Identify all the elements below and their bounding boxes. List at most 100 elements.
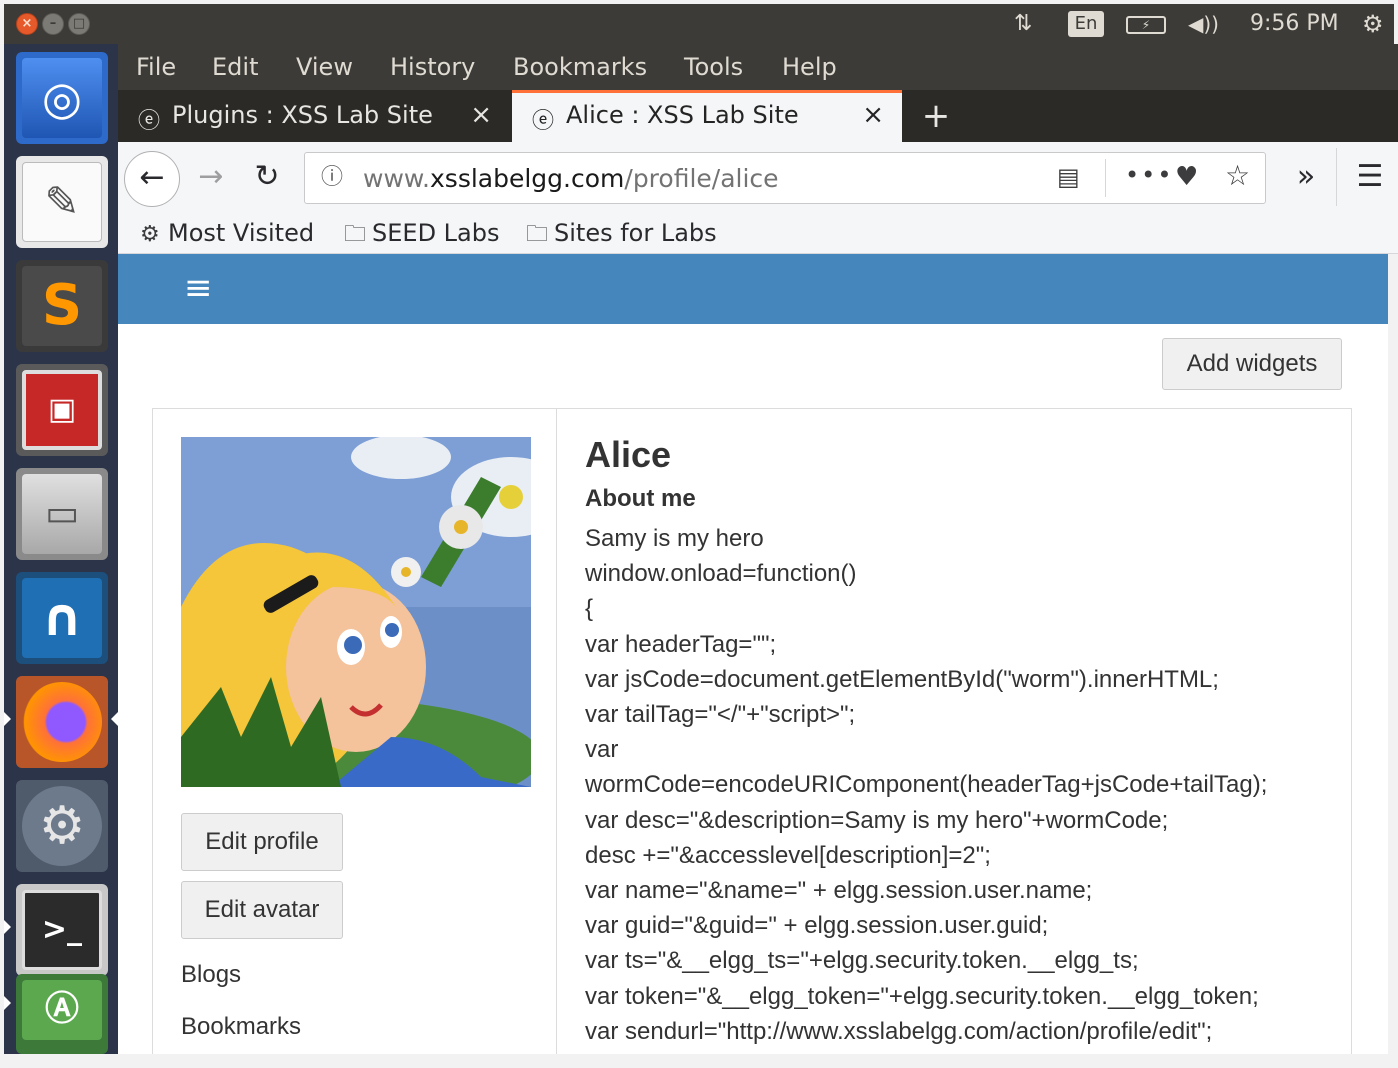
back-button[interactable]: ← [124, 151, 180, 207]
tab-alice[interactable]: ⓔ Alice : XSS Lab Site × [512, 90, 902, 142]
window-close-button[interactable]: × [16, 13, 38, 35]
window-minimize-button[interactable]: – [42, 13, 64, 35]
close-icon: × [21, 16, 33, 31]
about-line: var name="&name=" + elgg.session.user.na… [585, 877, 1093, 905]
bookmark-most-visited[interactable]: ⚙ Most Visited [140, 216, 314, 250]
clock[interactable]: 9:56 PM [1250, 4, 1339, 44]
tab-title: Plugins : XSS Lab Site [172, 101, 433, 129]
about-line: Samy is my hero [585, 525, 764, 552]
running-indicator [4, 712, 11, 726]
system-settings-icon[interactable]: ⚙ [1362, 4, 1384, 44]
settings-gear-icon: ⚙ [38, 796, 86, 856]
about-line: var tailTag="</"+"script>"; [585, 701, 856, 729]
profile-name: Alice [585, 434, 672, 475]
about-me-text: Samy is my hero window.onload=function()… [585, 521, 1345, 1049]
profile-panel: Edit profile Edit avatar Blogs Bookmarks… [152, 408, 1352, 1054]
window-maximize-button[interactable]: □ [68, 13, 90, 35]
about-line: var token="&__elgg_token="+elgg.security… [585, 982, 1259, 1010]
volume-icon[interactable]: ◀)) [1188, 4, 1219, 44]
bookmark-star-icon[interactable]: ☆ [1225, 159, 1250, 192]
page-scrollbar[interactable] [1388, 254, 1398, 1054]
url-bar[interactable]: ⓘ www.xsslabelgg.com/profile/alice ▤ •••… [304, 152, 1266, 204]
network-icon[interactable]: ⇅ [1014, 4, 1032, 44]
launcher-terminator[interactable]: ▣ [16, 364, 108, 456]
reload-button[interactable]: ↻ [244, 151, 290, 203]
tab-close-icon[interactable]: × [862, 100, 884, 130]
owner-link-bookmarks[interactable]: Bookmarks [181, 1013, 301, 1041]
about-line: var ts="&__elgg_ts="+elgg.security.token… [585, 947, 1139, 975]
tab-plugins[interactable]: ⓔ Plugins : XSS Lab Site × [118, 90, 510, 142]
bookmark-folder-sites-for-labs[interactable]: 🗀 Sites for Labs [526, 216, 717, 250]
firefox-icon [16, 676, 108, 768]
terminal-prompt-icon: >_ [41, 912, 83, 947]
page-content: ≡ Add widgets Edit profile Edit avatar B… [118, 254, 1388, 1054]
elgg-favicon-icon: ⓔ [531, 109, 554, 134]
ubuntu-launcher: ◎ ✎ S ▣ ▭ ∩ ⚙ >_ Ⓐ [4, 44, 118, 1054]
about-me-label: About me [585, 485, 696, 512]
url-text[interactable]: www.xsslabelgg.com/profile/alice [363, 164, 779, 194]
menu-tools[interactable]: Tools [684, 50, 743, 84]
folder-icon: 🗀 [344, 222, 367, 247]
edit-profile-button[interactable]: Edit profile [181, 813, 343, 871]
elgg-favicon-icon: ⓔ [137, 109, 160, 134]
navigation-toolbar: ← → ↻ ⓘ www.xsslabelgg.com/profile/alice… [118, 142, 1398, 212]
menu-bookmarks[interactable]: Bookmarks [513, 50, 647, 84]
profile-details: Alice About me Samy is my hero window.on… [585, 431, 1345, 1049]
tab-title: Alice : XSS Lab Site [566, 101, 799, 129]
gear-icon: ⚙ [140, 222, 160, 247]
menu-history[interactable]: History [390, 50, 475, 84]
launcher-wireshark[interactable]: ∩ [16, 572, 108, 664]
add-widgets-button[interactable]: Add widgets [1162, 338, 1342, 390]
launcher-sublime-text[interactable]: S [16, 260, 108, 352]
launcher-dash-home[interactable]: ◎ [16, 52, 108, 144]
about-line: desc +="&accesslevel[description]=2"; [585, 841, 991, 869]
folder-icon: 🗀 [526, 222, 549, 247]
profile-avatar[interactable] [181, 437, 531, 787]
new-tab-button[interactable]: + [916, 94, 956, 138]
menu-edit[interactable]: Edit [212, 50, 258, 84]
site-info-icon[interactable]: ⓘ [317, 163, 347, 193]
page-actions-menu-icon[interactable]: ••• [1125, 161, 1173, 189]
url-bar-divider [1105, 159, 1106, 197]
running-indicator [4, 996, 11, 1010]
toolbar-overflow-button[interactable]: » [1286, 154, 1326, 200]
focused-indicator [111, 712, 118, 726]
keyboard-language-indicator[interactable]: En [1068, 11, 1104, 37]
sublime-text-icon: S [41, 273, 83, 338]
launcher-system-settings[interactable]: ⚙ [16, 780, 108, 872]
about-line: var guid="&guid=" + elgg.session.user.gu… [585, 912, 1049, 940]
bookmark-folder-seed-labs[interactable]: 🗀 SEED Labs [344, 216, 500, 250]
edit-avatar-button[interactable]: Edit avatar [181, 881, 343, 939]
forward-button[interactable]: → [188, 151, 234, 203]
launcher-files[interactable]: ▭ [16, 468, 108, 560]
about-line: var sendurl="http://www.xsslabelgg.com/a… [585, 1017, 1213, 1045]
alice-avatar-illustration [181, 437, 531, 787]
reader-view-icon[interactable]: ▤ [1057, 163, 1080, 191]
minimize-icon: – [49, 16, 57, 31]
launcher-software-updater[interactable]: Ⓐ [16, 974, 108, 1054]
menu-help[interactable]: Help [782, 50, 837, 84]
launcher-firefox[interactable] [16, 676, 108, 768]
about-line: var [585, 736, 619, 764]
launcher-text-editor[interactable]: ✎ [16, 156, 108, 248]
launcher-terminal[interactable]: >_ [16, 884, 108, 976]
ubuntu-logo-icon: ◎ [41, 71, 83, 125]
about-line: var headerTag=""; [585, 630, 777, 658]
hamburger-menu-icon[interactable]: ≡ [184, 270, 220, 306]
menu-file[interactable]: File [136, 50, 176, 84]
text-editor-icon: ✎ [44, 177, 80, 226]
menu-view[interactable]: View [296, 50, 353, 84]
open-menu-button[interactable]: ☰ [1350, 154, 1390, 200]
about-line: { [585, 595, 594, 623]
toolbar-divider [1336, 148, 1337, 206]
about-line: var jsCode=document.getElementById("worm… [585, 665, 1219, 693]
pocket-icon[interactable]: ♥ [1175, 162, 1198, 192]
battery-icon[interactable]: ⚡ [1126, 16, 1166, 34]
about-line: var desc="&description=Samy is my hero"+… [585, 806, 1169, 834]
about-line: wormCode=encodeURIComponent(headerTag+js… [585, 771, 1268, 799]
site-header-bar: ≡ [118, 254, 1388, 324]
system-top-panel: × – □ ⇅ En ⚡ ◀)) 9:56 PM ⚙ [4, 4, 1394, 44]
maximize-icon: □ [72, 16, 86, 31]
tab-close-icon[interactable]: × [470, 100, 492, 130]
owner-link-blogs[interactable]: Blogs [181, 961, 241, 989]
